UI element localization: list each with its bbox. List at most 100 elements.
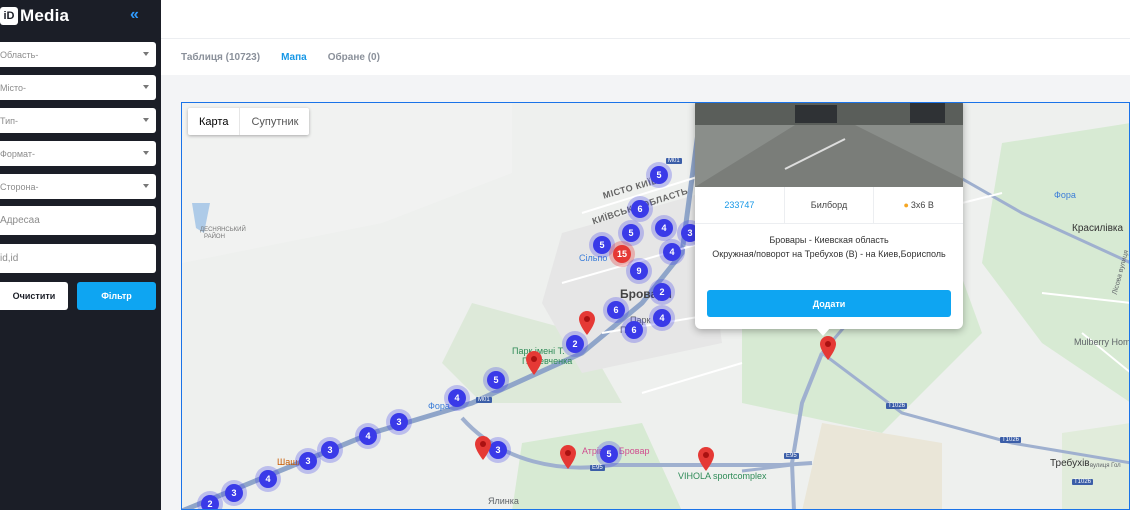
tab-table[interactable]: Таблиця (10723): [181, 52, 260, 63]
chevron-down-icon: [143, 118, 149, 122]
billboard-address: Бровары - Киевская область Окружная/пово…: [695, 233, 963, 261]
cluster-count: 5: [650, 166, 668, 184]
cluster-count: 5: [622, 224, 640, 242]
marker-cluster[interactable]: 4: [659, 239, 685, 265]
cluster-count: 4: [653, 309, 671, 327]
billboard-address-line2: Окружная/поворот на Требухов (В) - на Ки…: [712, 249, 946, 259]
marker-cluster[interactable]: 3: [386, 409, 412, 435]
map-label-desnianskyi: ДЕСНЯНСЬКИЙ: [200, 227, 246, 233]
marker-cluster[interactable]: 4: [255, 466, 281, 492]
sidebar: iD Media « Область- Місто- Тип- Формат- …: [0, 0, 161, 510]
address-placeholder: Адресаа: [0, 215, 40, 226]
cluster-count: 3: [225, 484, 243, 502]
road-shield: T1026: [886, 403, 908, 409]
top-bar: [161, 0, 1130, 38]
add-button[interactable]: Додати: [707, 290, 951, 317]
filter-button[interactable]: Фільтр: [77, 282, 156, 310]
billboard-type: Билборд: [785, 187, 875, 223]
marker-cluster[interactable]: 2: [197, 491, 223, 509]
logo: iD Media: [0, 6, 69, 26]
city-select[interactable]: Місто-: [0, 75, 156, 100]
id-placeholder: id,id: [0, 253, 19, 264]
map[interactable]: Карта Супутник МІСТО КИЇВ КИЇВСЬКА ОБЛАС…: [181, 102, 1130, 510]
billboard-id[interactable]: 233747: [695, 187, 785, 223]
format-select-value: Формат-: [0, 148, 35, 159]
marker-cluster[interactable]: 3: [221, 480, 247, 506]
cluster-count: 2: [653, 283, 671, 301]
marker-cluster[interactable]: 6: [627, 196, 653, 222]
logo-text: Media: [20, 6, 70, 25]
location-pin-icon[interactable]: [579, 311, 595, 335]
billboard-info-row: 233747 Билборд ● 3x6 В: [695, 187, 963, 224]
location-pin-icon[interactable]: [560, 445, 576, 469]
address-input[interactable]: Адресаа: [0, 206, 156, 235]
cluster-count: 4: [359, 427, 377, 445]
marker-cluster[interactable]: 2: [649, 279, 675, 305]
map-label-yalynka: Ялинка: [488, 496, 519, 506]
map-label-krasylivka: Красилівка: [1072, 223, 1124, 234]
id-input[interactable]: id,id: [0, 244, 156, 273]
view-tabs: Таблиця (10723) Мапа Обране (0): [161, 38, 1130, 75]
road-shield: T1026: [1072, 479, 1094, 485]
cluster-count: 4: [663, 243, 681, 261]
cluster-count: 5: [600, 445, 618, 463]
marker-cluster[interactable]: 5: [596, 441, 622, 467]
location-pin-icon[interactable]: [698, 447, 714, 471]
chevron-down-icon: [143, 85, 149, 89]
region-select[interactable]: Область-: [0, 42, 156, 67]
type-select-value: Тип-: [0, 115, 18, 126]
format-select[interactable]: Формат-: [0, 141, 156, 166]
chevron-down-icon: [143, 184, 149, 188]
tab-favorites[interactable]: Обране (0): [328, 52, 380, 63]
map-label-mulberry: Mulberry Hom: [1074, 337, 1130, 347]
map-label-fora-east: Фора: [1054, 190, 1076, 200]
map-type-control: Карта Супутник: [188, 108, 310, 135]
cluster-count: 3: [321, 441, 339, 459]
map-type-map-button[interactable]: Карта: [188, 108, 241, 135]
region-select-value: Область-: [0, 49, 39, 60]
cluster-count: 4: [448, 389, 466, 407]
cluster-count: 4: [259, 470, 277, 488]
location-pin-icon[interactable]: [820, 336, 836, 360]
billboard-size-value: 3x6 В: [910, 200, 934, 210]
map-type-satellite-button[interactable]: Супутник: [240, 108, 309, 135]
marker-cluster[interactable]: 3: [295, 448, 321, 474]
tab-map[interactable]: Мапа: [281, 52, 307, 63]
cluster-count: 6: [631, 200, 649, 218]
road-shield: M01: [476, 397, 492, 403]
pin-icon: ●: [903, 200, 909, 210]
cluster-count: 5: [487, 371, 505, 389]
location-pin-icon[interactable]: [526, 351, 542, 375]
billboard-size: ● 3x6 В: [874, 187, 963, 223]
cluster-count: 2: [566, 335, 584, 353]
location-pin-icon[interactable]: [475, 436, 491, 460]
chevron-down-icon: [143, 52, 149, 56]
cluster-count: 15: [613, 245, 631, 263]
marker-cluster[interactable]: 4: [355, 423, 381, 449]
marker-cluster[interactable]: 9: [626, 258, 652, 284]
side-select-value: Сторона-: [0, 181, 39, 192]
logo-badge: iD: [0, 7, 18, 25]
marker-cluster[interactable]: 5: [646, 162, 672, 188]
marker-cluster[interactable]: 4: [649, 305, 675, 331]
map-label-trebukhiv-street: вулиця Гол: [1090, 463, 1121, 469]
map-label-vihola: VIHOLA sportcomplex: [678, 471, 767, 481]
road-shield: E95: [784, 453, 799, 459]
cluster-count: 9: [630, 262, 648, 280]
billboard-popup: 233747 Билборд ● 3x6 В Бровары - Киевская…: [695, 103, 963, 329]
collapse-sidebar-icon[interactable]: «: [130, 6, 139, 24]
marker-cluster[interactable]: 4: [651, 215, 677, 241]
cluster-count: 3: [489, 441, 507, 459]
marker-cluster[interactable]: 4: [444, 385, 470, 411]
type-select[interactable]: Тип-: [0, 108, 156, 133]
road-shield: T1026: [1000, 437, 1022, 443]
cluster-count: 6: [607, 301, 625, 319]
marker-cluster[interactable]: 5: [483, 367, 509, 393]
road-shield: M01: [666, 158, 682, 164]
billboard-address-line1: Бровары - Киевская область: [769, 235, 889, 245]
side-select[interactable]: Сторона-: [0, 174, 156, 199]
clear-button[interactable]: Очистити: [0, 282, 68, 310]
cluster-count: 4: [655, 219, 673, 237]
marker-cluster[interactable]: 6: [621, 317, 647, 343]
cluster-count: 3: [299, 452, 317, 470]
